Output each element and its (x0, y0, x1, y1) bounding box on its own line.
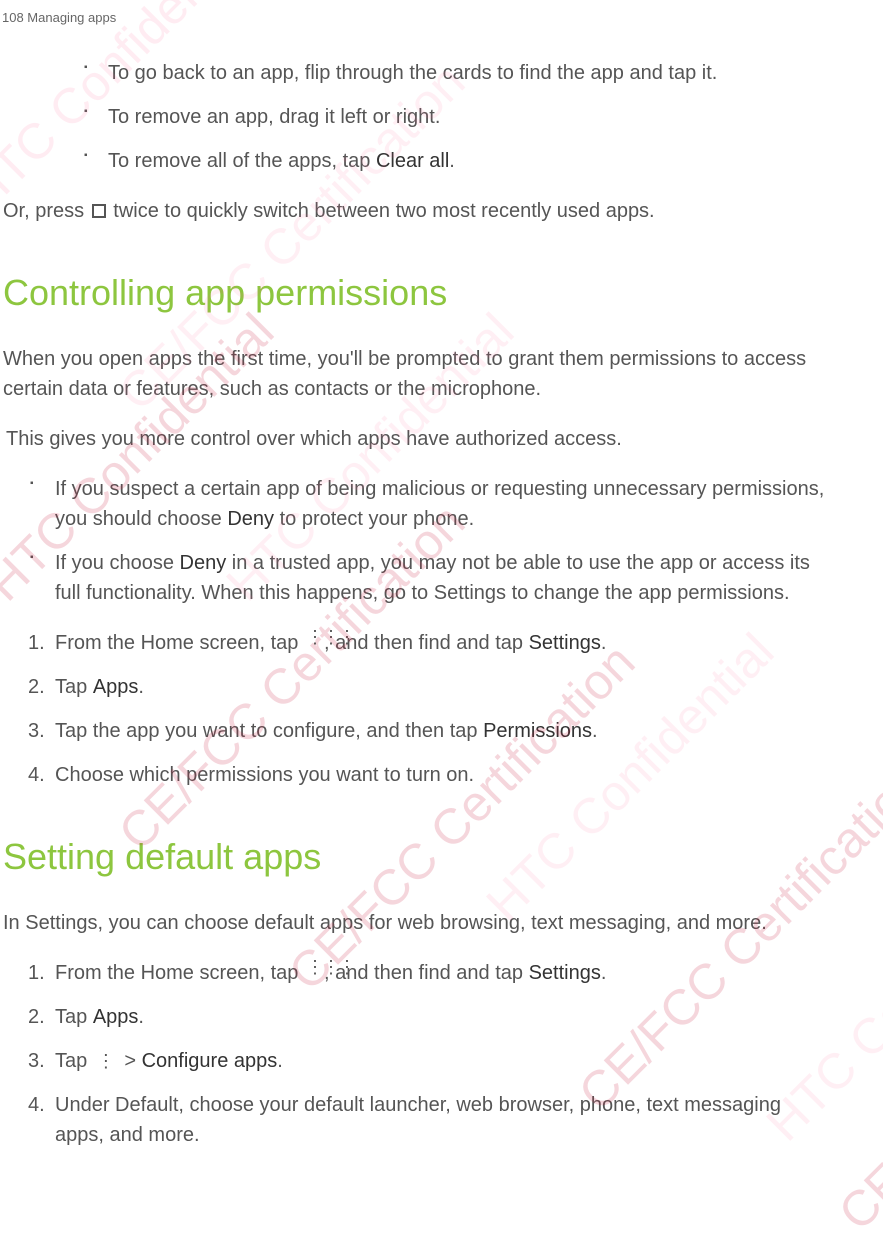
text: > (119, 1050, 142, 1072)
step-number: 2. (28, 672, 45, 702)
step-item: 1. From the Home screen, tap , and then … (0, 628, 833, 658)
text: . (277, 1050, 283, 1072)
step-item: 3. Tap the app you want to configure, an… (0, 716, 833, 746)
steps-controlling-permissions: 1. From the Home screen, tap , and then … (0, 628, 833, 790)
bold-label: Deny (227, 508, 274, 530)
text: . (138, 676, 144, 698)
page-header: 108 Managing apps (0, 8, 883, 28)
list-item: To remove an app, drag it left or right. (0, 102, 833, 132)
step-number: 2. (28, 1002, 45, 1032)
text: . (138, 1006, 144, 1028)
text: twice to quickly switch between two most… (108, 200, 655, 222)
paragraph: This gives you more control over which a… (0, 424, 833, 454)
list-item-text: To remove all of the apps, tap (108, 150, 376, 172)
paragraph: When you open apps the first time, you'l… (0, 344, 833, 404)
text: Under Default, choose your default launc… (55, 1094, 781, 1146)
recent-apps-icon (92, 204, 106, 218)
step-number: 4. (28, 760, 45, 790)
text: , and then find and tap (324, 632, 529, 654)
bold-label: Apps (93, 676, 139, 698)
bold-label: Settings (529, 962, 601, 984)
bold-label: Apps (93, 1006, 139, 1028)
heading-setting-default-apps: Setting default apps (0, 830, 833, 884)
step-item: 4. Choose which permissions you want to … (0, 760, 833, 790)
list-item-text: To go back to an app, flip through the c… (108, 62, 717, 84)
text: Or, press (3, 200, 90, 222)
bold-label: Settings (529, 632, 601, 654)
step-number: 3. (28, 716, 45, 746)
step-number: 3. (28, 1046, 45, 1076)
step-item: 2. Tap Apps. (0, 1002, 833, 1032)
bold-label: Configure apps (142, 1050, 278, 1072)
overflow-menu-icon (97, 1046, 115, 1076)
paragraph: In Settings, you can choose default apps… (0, 908, 833, 938)
list-item: To remove all of the apps, tap Clear all… (0, 146, 833, 176)
text: Tap the app you want to configure, and t… (55, 720, 483, 742)
text: From the Home screen, tap (55, 962, 304, 984)
step-number: 1. (28, 958, 45, 988)
text: Tap (55, 676, 93, 698)
list-item: To go back to an app, flip through the c… (0, 58, 833, 88)
apps-grid-icon (306, 635, 322, 651)
bullet-list-permissions-info: If you suspect a certain app of being ma… (0, 474, 833, 608)
step-item: 1. From the Home screen, tap , and then … (0, 958, 833, 988)
paragraph-or-press: Or, press twice to quickly switch betwee… (0, 196, 833, 226)
step-item: 3. Tap > Configure apps. (0, 1046, 833, 1077)
text: If you choose (55, 552, 180, 574)
text: Tap (55, 1050, 93, 1072)
bold-label: Clear all (376, 150, 449, 172)
bold-label: Permissions (483, 720, 592, 742)
bold-label: Deny (180, 552, 227, 574)
text: Choose which permissions you want to tur… (55, 764, 474, 786)
text: to protect your phone. (274, 508, 474, 530)
text: . (601, 632, 607, 654)
list-item: If you suspect a certain app of being ma… (0, 474, 833, 534)
text: . (449, 150, 455, 172)
bullet-list-recent-apps: To go back to an app, flip through the c… (0, 58, 833, 176)
page-content: To go back to an app, flip through the c… (0, 58, 883, 1151)
step-item: 2. Tap Apps. (0, 672, 833, 702)
step-number: 4. (28, 1090, 45, 1120)
step-number: 1. (28, 628, 45, 658)
heading-controlling-permissions: Controlling app permissions (0, 266, 833, 320)
step-item: 4. Under Default, choose your default la… (0, 1090, 833, 1150)
text: , and then find and tap (324, 962, 529, 984)
list-item: If you choose Deny in a trusted app, you… (0, 548, 833, 608)
text: From the Home screen, tap (55, 632, 304, 654)
list-item-text: To remove an app, drag it left or right. (108, 106, 440, 128)
apps-grid-icon (306, 965, 322, 981)
text: . (592, 720, 598, 742)
text: . (601, 962, 607, 984)
text: Tap (55, 1006, 93, 1028)
